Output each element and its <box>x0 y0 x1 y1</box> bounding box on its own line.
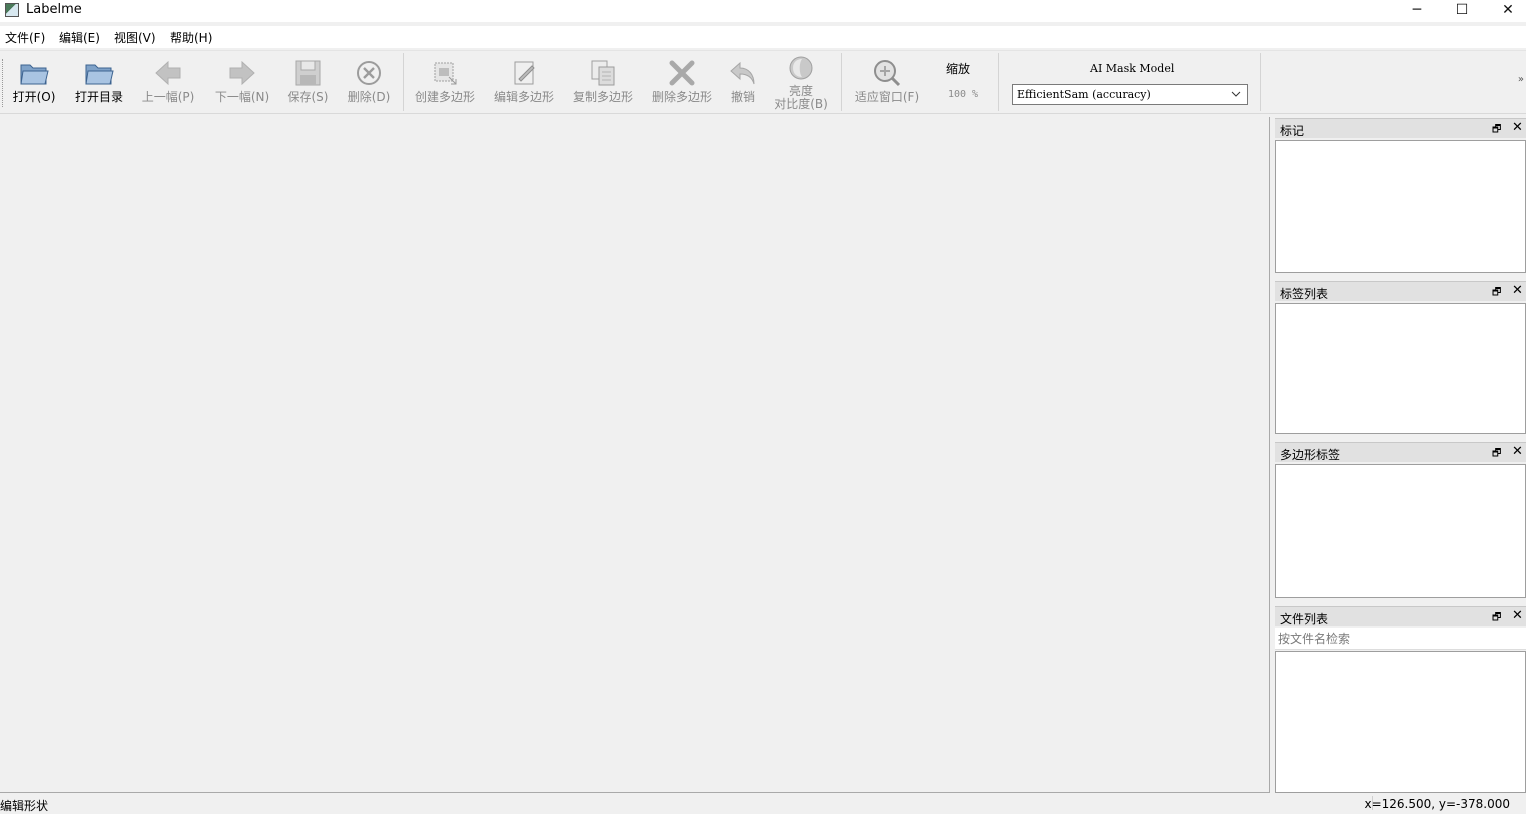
save-button[interactable]: 保存(S) <box>285 53 331 113</box>
copy-polygon-button[interactable]: 复制多边形 <box>571 53 635 113</box>
save-label: 保存(S) <box>287 90 329 104</box>
edit-document-icon <box>514 61 535 85</box>
open-label: 打开(O) <box>12 90 56 104</box>
edit-polygon-label: 编辑多边形 <box>493 90 554 104</box>
delete-polygon-label: 删除多边形 <box>651 90 712 104</box>
minimize-button[interactable]: ─ <box>1394 0 1440 22</box>
menu-file[interactable]: 文件(F) <box>5 29 45 46</box>
float-icon[interactable]: 🗗 <box>1492 446 1504 459</box>
fit-window-button[interactable]: 适应窗口(F) <box>851 53 923 113</box>
undo-button[interactable]: 撤销 <box>726 53 760 113</box>
menu-bar: 文件(F) 编辑(E) 视图(V) 帮助(H) <box>0 26 1526 48</box>
menu-help[interactable]: 帮助(H) <box>170 29 212 46</box>
polygon-labels-dock-title: 多边形标签 🗗 ✕ <box>1275 442 1526 462</box>
cursor-coordinates: x=126.500, y=-378.000 <box>1364 797 1510 811</box>
file-list[interactable] <box>1275 651 1526 793</box>
zoom-title: 缩放 <box>946 62 971 76</box>
polygon-labels-dock-label: 多边形标签 <box>1280 448 1341 462</box>
open-button[interactable]: 打开(O) <box>10 53 58 113</box>
file-search-input[interactable]: 按文件名检索 <box>1275 628 1526 650</box>
prev-image-button[interactable]: 上一幅(P) <box>138 53 198 113</box>
ai-mask-model-select[interactable]: EfficientSam (accuracy) <box>1012 84 1248 105</box>
float-icon[interactable]: 🗗 <box>1492 610 1504 623</box>
close-icon[interactable]: ✕ <box>1512 444 1526 459</box>
copy-icon <box>591 60 615 86</box>
toolbar-grip[interactable] <box>2 59 4 107</box>
brightness-contrast-button[interactable]: 亮度 对比度(B) <box>770 53 832 113</box>
toolbar-separator <box>403 53 404 111</box>
undo-icon <box>730 61 755 85</box>
label-list-dock-label: 标签列表 <box>1280 287 1329 301</box>
toolbar-separator <box>998 53 999 111</box>
chevron-down-icon <box>1231 91 1241 97</box>
toolbar-extension-icon[interactable]: » <box>1518 74 1524 85</box>
copy-polygon-label: 复制多边形 <box>572 90 633 104</box>
folder-open-icon <box>20 64 49 85</box>
status-bar: 编辑形状 x=126.500, y=-378.000 <box>0 795 1526 813</box>
next-label: 下一幅(N) <box>214 90 270 104</box>
fit-window-label: 适应窗口(F) <box>854 90 920 104</box>
brightness-label-line2: 对比度(B) <box>774 97 828 111</box>
zoom-spinbox[interactable]: 100 % <box>942 86 984 104</box>
window-title: Labelme <box>26 2 82 17</box>
toolbar: 打开(O) 打开目录 上一幅(P) 下一幅(N) 保存(S) 删除(D) 创建多… <box>0 50 1526 114</box>
float-icon[interactable]: 🗗 <box>1492 122 1504 135</box>
ai-mask-model-value: EfficientSam (accuracy) <box>1017 88 1151 101</box>
polygon-labels-list[interactable] <box>1275 464 1526 598</box>
flags-list[interactable] <box>1275 140 1526 273</box>
menu-edit[interactable]: 编辑(E) <box>59 29 100 46</box>
float-icon[interactable]: 🗗 <box>1492 285 1504 298</box>
toolbar-separator <box>841 53 842 111</box>
close-icon[interactable]: ✕ <box>1512 120 1526 135</box>
delete-cross-icon <box>669 60 695 86</box>
ai-mask-model-title: AI Mask Model <box>1090 62 1175 75</box>
arrow-left-icon <box>155 60 181 86</box>
open-dir-button[interactable]: 打开目录 <box>72 53 126 113</box>
file-list-dock-label: 文件列表 <box>1280 612 1329 626</box>
brightness-icon <box>789 56 813 80</box>
create-polygon-button[interactable]: 创建多边形 <box>413 53 477 113</box>
open-dir-label: 打开目录 <box>74 90 123 104</box>
toolbar-separator <box>1260 53 1261 111</box>
title-bar: Labelme ─ ☐ ✕ <box>0 0 1526 22</box>
folder-open-icon <box>85 64 114 85</box>
label-list-dock-title: 标签列表 🗗 ✕ <box>1275 281 1526 301</box>
flags-dock-title: 标记 🗗 ✕ <box>1275 118 1526 138</box>
flags-dock-label: 标记 <box>1280 124 1305 138</box>
arrow-right-icon <box>229 60 255 86</box>
create-polygon-label: 创建多边形 <box>414 90 475 104</box>
edit-polygon-button[interactable]: 编辑多边形 <box>492 53 556 113</box>
menu-view[interactable]: 视图(V) <box>114 29 156 46</box>
maximize-button[interactable]: ☐ <box>1439 0 1485 22</box>
zoom-fit-icon <box>874 60 901 87</box>
undo-label: 撤销 <box>730 90 755 104</box>
close-icon[interactable]: ✕ <box>1512 283 1526 298</box>
create-polygon-icon <box>434 62 457 85</box>
delete-file-button[interactable]: 删除(D) <box>345 53 393 113</box>
close-icon[interactable]: ✕ <box>1512 608 1526 623</box>
status-message: 编辑形状 <box>0 799 49 813</box>
delete-file-label: 删除(D) <box>347 90 391 104</box>
delete-polygon-button[interactable]: 删除多边形 <box>650 53 714 113</box>
floppy-disk-icon <box>295 60 321 86</box>
file-list-dock-title: 文件列表 🗗 ✕ <box>1275 606 1526 626</box>
app-icon <box>5 3 19 17</box>
next-image-button[interactable]: 下一幅(N) <box>212 53 272 113</box>
close-window-button[interactable]: ✕ <box>1485 0 1526 22</box>
prev-label: 上一幅(P) <box>141 90 195 104</box>
label-list[interactable] <box>1275 303 1526 434</box>
image-canvas[interactable] <box>0 117 1270 793</box>
cancel-circle-icon <box>357 61 381 85</box>
